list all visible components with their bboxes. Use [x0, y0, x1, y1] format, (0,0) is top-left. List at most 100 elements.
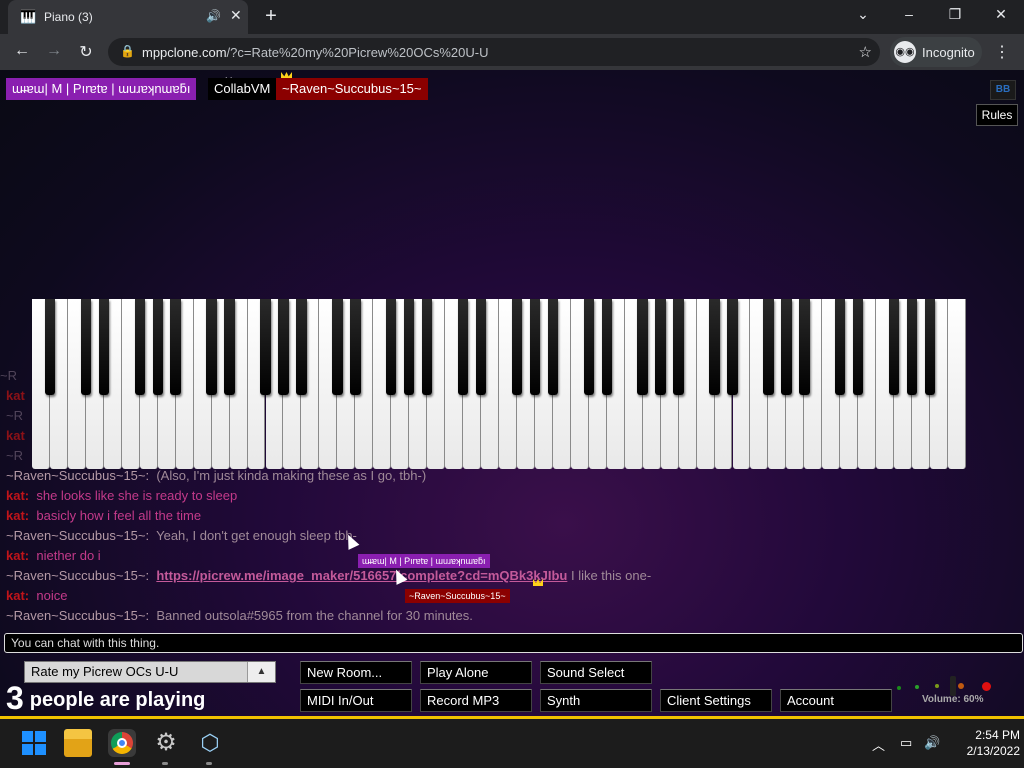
- settings-gear-icon[interactable]: ⚙: [152, 729, 180, 757]
- play-alone-button[interactable]: Play Alone: [420, 661, 532, 684]
- black-key[interactable]: [727, 299, 738, 395]
- restore-button[interactable]: ❐: [940, 6, 970, 23]
- close-window-button[interactable]: ✕: [986, 6, 1016, 23]
- black-key[interactable]: [655, 299, 666, 395]
- volume-tray-icon[interactable]: 🔊: [924, 735, 940, 751]
- bookmark-star-icon[interactable]: ☆: [859, 43, 872, 61]
- black-key[interactable]: [475, 299, 487, 395]
- faded-chat-line: kat: [6, 388, 25, 403]
- running-indicator: [162, 762, 168, 765]
- volume-dot: [958, 683, 964, 689]
- chat-nick: ~Raven~Succubus~15~:: [6, 568, 150, 583]
- chat-link[interactable]: https://picrew.me/image_maker/516657/com…: [156, 568, 567, 583]
- chrome-icon[interactable]: [108, 729, 136, 757]
- black-key[interactable]: [835, 299, 846, 395]
- active-indicator: [114, 762, 130, 765]
- black-key[interactable]: [278, 299, 289, 395]
- clock-date: 2/13/2022: [966, 744, 1020, 758]
- faded-chat-line: ~R: [0, 368, 17, 383]
- black-key[interactable]: [709, 299, 720, 395]
- chat-nick: ~Raven~Succubus~15~:: [6, 528, 150, 543]
- windows-start-icon[interactable]: [20, 729, 48, 757]
- user-nametag-pirate[interactable]: ɯ̴ı̴ɐɯ| M | Pırɐtɐ | ɯuɹɐʞnɯɐƃı: [6, 78, 197, 100]
- black-key[interactable]: [296, 299, 307, 395]
- midi-button[interactable]: MIDI In/Out: [300, 689, 412, 712]
- address-bar[interactable]: 🔒 mppclone.com/?c=Rate%20my%20Picrew%20O…: [108, 38, 880, 66]
- black-key[interactable]: [763, 299, 774, 395]
- black-key[interactable]: [799, 299, 810, 395]
- browser-menu-icon[interactable]: ⋮: [994, 42, 1010, 62]
- chat-message: kat: she looks like she is ready to slee…: [6, 488, 237, 508]
- black-key[interactable]: [457, 299, 469, 395]
- new-room-button[interactable]: New Room...: [300, 661, 412, 684]
- cursor-nametag-pirate: ɯ̴ı̴ɐɯ| M | Pırɐtɐ | ɯuɹɐʞnɯɐƃı: [358, 554, 490, 568]
- black-key[interactable]: [924, 299, 936, 395]
- black-key[interactable]: [637, 299, 648, 395]
- chat-input[interactable]: You can chat with this thing.: [4, 633, 1023, 653]
- black-key[interactable]: [906, 299, 918, 395]
- black-key[interactable]: [44, 299, 56, 395]
- reload-icon[interactable]: ↻: [74, 42, 98, 62]
- tab-title: Piano (3): [44, 10, 93, 24]
- black-key[interactable]: [170, 299, 181, 395]
- black-key[interactable]: [529, 299, 541, 395]
- client-settings-button[interactable]: Client Settings: [660, 689, 772, 712]
- caret-up-icon[interactable]: ▲: [247, 662, 275, 682]
- black-key[interactable]: [152, 299, 163, 395]
- black-key[interactable]: [224, 299, 235, 395]
- volume-knob[interactable]: [950, 676, 956, 696]
- black-key[interactable]: [853, 299, 864, 395]
- user-nametag-collabvm[interactable]: CollabVM: [208, 78, 277, 100]
- chat-message: kat: niether do i: [6, 548, 101, 568]
- virtualbox-icon[interactable]: ⬡: [196, 729, 224, 757]
- chat-nick: kat:: [6, 548, 30, 563]
- black-key[interactable]: [206, 299, 217, 395]
- minimize-button[interactable]: –: [894, 6, 924, 22]
- black-key[interactable]: [80, 299, 92, 395]
- rules-button[interactable]: Rules: [976, 104, 1018, 126]
- black-key[interactable]: [403, 299, 415, 395]
- volume-dot: [897, 686, 901, 690]
- display-icon[interactable]: ▭: [900, 735, 912, 751]
- chat-text: Yeah, I don't get enough sleep tbh-: [156, 528, 357, 543]
- user-nametag-raven[interactable]: ~Raven~Succubus~15~: [276, 78, 428, 100]
- browser-tab[interactable]: 🎹 Piano (3) 🔊 ✕: [8, 0, 248, 34]
- black-key[interactable]: [601, 299, 612, 395]
- chat-message: ~Raven~Succubus~15~: https://picrew.me/i…: [6, 568, 651, 588]
- black-key[interactable]: [350, 299, 361, 395]
- player-count-text: people are playing: [29, 689, 206, 711]
- black-key[interactable]: [888, 299, 900, 395]
- black-key[interactable]: [260, 299, 271, 395]
- account-button[interactable]: Account: [780, 689, 892, 712]
- black-key[interactable]: [673, 299, 684, 395]
- synth-button[interactable]: Synth: [540, 689, 652, 712]
- black-key[interactable]: [386, 299, 397, 395]
- black-key[interactable]: [583, 299, 594, 395]
- white-key[interactable]: [948, 299, 966, 469]
- incognito-badge[interactable]: ◉◉ Incognito: [890, 37, 982, 67]
- black-key[interactable]: [511, 299, 523, 395]
- volume-dot: [915, 685, 919, 689]
- settings-badge-button[interactable]: BB: [990, 80, 1016, 100]
- forward-arrow-icon[interactable]: →: [42, 42, 66, 60]
- tab-search-icon[interactable]: ⌄: [848, 6, 878, 23]
- black-key[interactable]: [98, 299, 110, 395]
- piano-keyboard[interactable]: [32, 299, 966, 469]
- file-explorer-icon[interactable]: [64, 729, 92, 757]
- black-key[interactable]: [547, 299, 559, 395]
- sound-select-button[interactable]: Sound Select: [540, 661, 652, 684]
- back-arrow-icon[interactable]: ←: [10, 42, 34, 60]
- chat-nick: ~Raven~Succubus~15~:: [6, 608, 150, 623]
- room-select[interactable]: Rate my Picrew OCs U-U ▲: [24, 661, 276, 683]
- black-key[interactable]: [421, 299, 433, 395]
- black-key[interactable]: [781, 299, 792, 395]
- tray-chevron-icon[interactable]: ︿: [872, 735, 885, 754]
- chat-text: Banned outsola#5965 from the channel for…: [156, 608, 473, 623]
- new-tab-button[interactable]: +: [260, 5, 282, 28]
- record-mp3-button[interactable]: Record MP3: [420, 689, 532, 712]
- black-key[interactable]: [332, 299, 343, 395]
- speaker-icon[interactable]: 🔊: [206, 9, 221, 23]
- black-key[interactable]: [134, 299, 145, 395]
- system-clock[interactable]: 2:54 PM 2/13/2022: [950, 727, 1020, 759]
- close-tab-icon[interactable]: ✕: [230, 7, 242, 24]
